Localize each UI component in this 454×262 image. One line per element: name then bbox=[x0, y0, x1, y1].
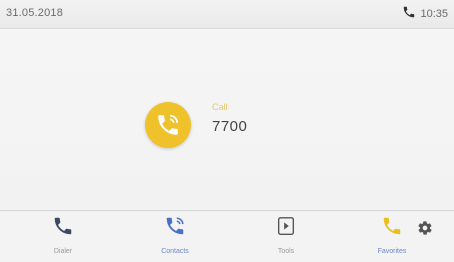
contacts-phone-icon bbox=[164, 215, 186, 242]
bottom-navigation: Dialer Contacts Tools Favorites bbox=[0, 210, 454, 262]
status-bar: 31.05.2018 10:35 bbox=[0, 0, 454, 29]
call-in-progress-icon[interactable] bbox=[145, 102, 191, 148]
gear-icon[interactable] bbox=[417, 220, 433, 236]
status-right: 10:35 bbox=[402, 5, 448, 22]
nav-item-dialer[interactable]: Dialer bbox=[33, 215, 93, 259]
phone-icon bbox=[402, 5, 416, 22]
phone-screen: 31.05.2018 10:35 Call 7700 Dialer Contac… bbox=[0, 0, 454, 262]
nav-item-label: Favorites bbox=[377, 248, 407, 255]
nav-item-contacts[interactable]: Contacts bbox=[145, 215, 205, 259]
status-time: 10:35 bbox=[420, 7, 448, 20]
nav-item-label: Tools bbox=[277, 248, 295, 255]
status-date: 31.05.2018 bbox=[6, 7, 64, 19]
nav-item-tools[interactable]: Tools bbox=[256, 215, 316, 259]
phone-icon bbox=[52, 215, 74, 242]
nav-item-label: Dialer bbox=[53, 248, 73, 255]
phone-icon bbox=[381, 215, 403, 242]
active-call[interactable]: Call 7700 bbox=[145, 95, 345, 155]
nav-item-label: Contacts bbox=[161, 248, 189, 255]
call-number: 7700 bbox=[212, 118, 248, 135]
nav-item-favorites[interactable]: Favorites bbox=[362, 215, 422, 259]
call-state-label: Call bbox=[212, 102, 228, 112]
transfer-icon bbox=[275, 215, 297, 242]
